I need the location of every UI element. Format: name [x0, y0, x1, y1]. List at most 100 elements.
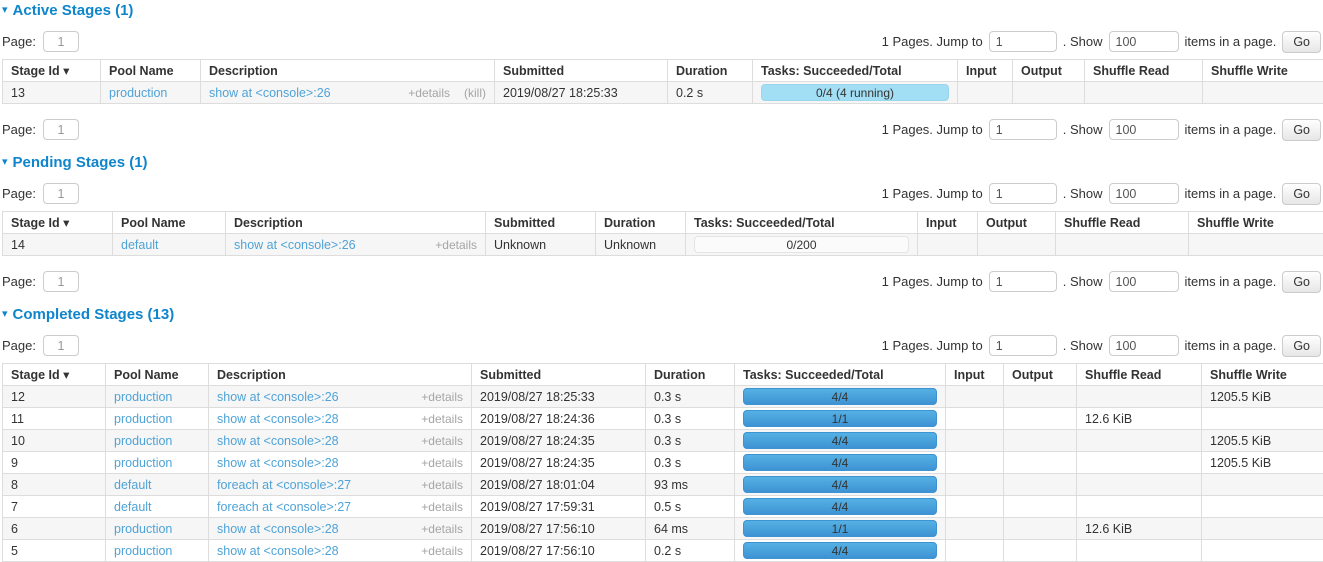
tasks-cell: 1/1 [735, 408, 946, 430]
jump-to-page-input[interactable] [989, 271, 1057, 292]
details-link[interactable]: +details [421, 544, 463, 558]
pool-name-cell: production [106, 408, 209, 430]
column-header[interactable]: Stage Id ▾ [3, 212, 113, 234]
page-number-input[interactable] [43, 271, 79, 292]
column-header[interactable]: Output [1004, 364, 1077, 386]
section-heading-active[interactable]: ▾Active Stages (1) [2, 2, 1321, 18]
input-cell [958, 82, 1013, 104]
section-heading-completed[interactable]: ▾Completed Stages (13) [2, 306, 1321, 322]
tasks-progress-bar: 4/4 [743, 454, 937, 471]
column-header[interactable]: Description [226, 212, 486, 234]
pool-name-link[interactable]: default [114, 500, 152, 514]
pool-name-link[interactable]: production [114, 434, 172, 448]
details-link[interactable]: +details [421, 456, 463, 470]
description-link[interactable]: show at <console>:28 [217, 434, 339, 448]
column-header[interactable]: Stage Id ▾ [3, 364, 106, 386]
column-header[interactable]: Submitted [495, 60, 668, 82]
go-button[interactable]: Go [1282, 119, 1321, 141]
submitted-cell: 2019/08/27 18:25:33 [495, 82, 668, 104]
pool-name-link[interactable]: production [114, 412, 172, 426]
pool-name-link[interactable]: production [114, 390, 172, 404]
column-header[interactable]: Pool Name [101, 60, 201, 82]
pool-name-link[interactable]: production [109, 86, 167, 100]
details-link[interactable]: +details [421, 478, 463, 492]
jump-to-page-input[interactable] [989, 335, 1057, 356]
description-link[interactable]: show at <console>:28 [217, 412, 339, 426]
column-header[interactable]: Duration [668, 60, 753, 82]
details-link[interactable]: +details [435, 238, 477, 252]
column-header[interactable]: Duration [646, 364, 735, 386]
description-link[interactable]: show at <console>:28 [217, 522, 339, 536]
input-cell [946, 408, 1004, 430]
go-button[interactable]: Go [1282, 183, 1321, 205]
tasks-cell: 4/4 [735, 430, 946, 452]
description-link[interactable]: foreach at <console>:27 [217, 478, 351, 492]
show-items-input[interactable] [1109, 271, 1179, 292]
column-header[interactable]: Shuffle Read [1077, 364, 1202, 386]
table-row: 10productionshow at <console>:28+details… [3, 430, 1323, 452]
input-cell [946, 452, 1004, 474]
details-link[interactable]: +details [421, 434, 463, 448]
column-header[interactable]: Input [946, 364, 1004, 386]
column-header[interactable]: Shuffle Read [1085, 60, 1203, 82]
jump-to-page-input[interactable] [989, 31, 1057, 52]
pool-name-link[interactable]: default [114, 478, 152, 492]
column-header[interactable]: Submitted [472, 364, 646, 386]
pool-name-link[interactable]: default [121, 238, 159, 252]
go-button[interactable]: Go [1282, 31, 1321, 53]
pool-name-link[interactable]: production [114, 456, 172, 470]
description-link[interactable]: show at <console>:26 [234, 238, 356, 252]
description-link[interactable]: show at <console>:28 [217, 456, 339, 470]
details-link[interactable]: +details [421, 412, 463, 426]
column-header[interactable]: Stage Id ▾ [3, 60, 101, 82]
page-number-input[interactable] [43, 31, 79, 52]
table-row: 14defaultshow at <console>:26+detailsUnk… [3, 234, 1323, 256]
show-items-input[interactable] [1109, 335, 1179, 356]
show-items-input[interactable] [1109, 183, 1179, 204]
page-number-input[interactable] [43, 119, 79, 140]
column-header[interactable]: Output [1013, 60, 1085, 82]
tasks-cell: 4/4 [735, 540, 946, 562]
details-link[interactable]: +details [421, 522, 463, 536]
column-header[interactable]: Shuffle Write [1202, 364, 1323, 386]
shuffle-write-cell: 1205.5 KiB [1202, 430, 1323, 452]
description-link[interactable]: show at <console>:26 [209, 86, 331, 100]
column-header[interactable]: Input [958, 60, 1013, 82]
description-link[interactable]: foreach at <console>:27 [217, 500, 351, 514]
column-header[interactable]: Shuffle Write [1203, 60, 1323, 82]
page-number-input[interactable] [43, 335, 79, 356]
go-button[interactable]: Go [1282, 335, 1321, 357]
column-header[interactable]: Pool Name [113, 212, 226, 234]
column-header[interactable]: Shuffle Read [1056, 212, 1189, 234]
column-header[interactable]: Pool Name [106, 364, 209, 386]
column-header[interactable]: Input [918, 212, 978, 234]
column-header[interactable]: Shuffle Write [1189, 212, 1323, 234]
column-header[interactable]: Output [978, 212, 1056, 234]
column-header[interactable]: Tasks: Succeeded/Total [735, 364, 946, 386]
column-header[interactable]: Description [201, 60, 495, 82]
description-link[interactable]: show at <console>:28 [217, 544, 339, 558]
details-link[interactable]: +details [421, 500, 463, 514]
details-link[interactable]: +details [408, 86, 450, 100]
column-header[interactable]: Tasks: Succeeded/Total [753, 60, 958, 82]
jump-to-page-input[interactable] [989, 183, 1057, 204]
column-header[interactable]: Description [209, 364, 472, 386]
stage-id-cell: 8 [3, 474, 106, 496]
pool-name-link[interactable]: production [114, 522, 172, 536]
column-header[interactable]: Submitted [486, 212, 596, 234]
kill-link[interactable]: (kill) [464, 86, 486, 100]
pool-name-link[interactable]: production [114, 544, 172, 558]
shuffle-write-cell [1189, 234, 1323, 256]
details-link[interactable]: +details [421, 390, 463, 404]
jump-to-page-input[interactable] [989, 119, 1057, 140]
section-heading-pending[interactable]: ▾Pending Stages (1) [2, 154, 1321, 170]
show-items-input[interactable] [1109, 119, 1179, 140]
show-items-input[interactable] [1109, 31, 1179, 52]
column-header[interactable]: Duration [596, 212, 686, 234]
description-cell: show at <console>:28 +details [209, 540, 472, 562]
input-cell [946, 540, 1004, 562]
go-button[interactable]: Go [1282, 271, 1321, 293]
page-number-input[interactable] [43, 183, 79, 204]
column-header[interactable]: Tasks: Succeeded/Total [686, 212, 918, 234]
description-link[interactable]: show at <console>:26 [217, 390, 339, 404]
